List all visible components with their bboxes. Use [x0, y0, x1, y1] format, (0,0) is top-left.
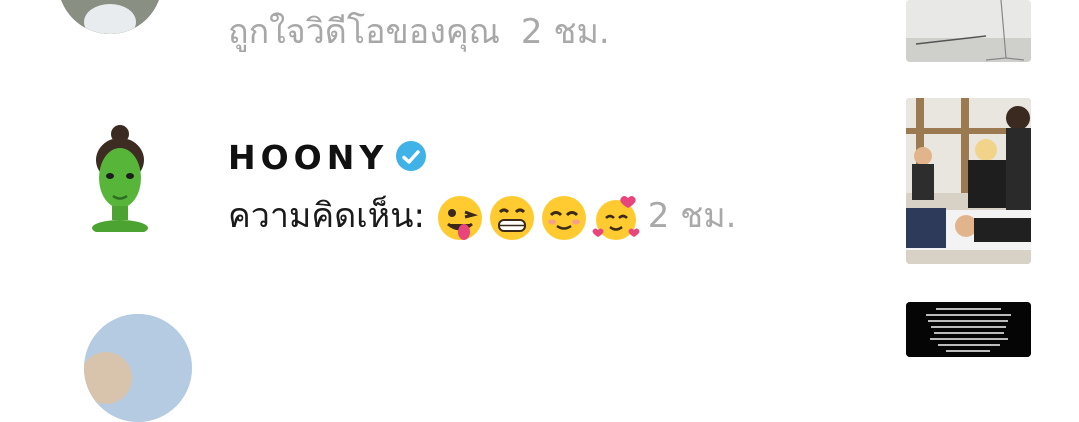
user-photo-icon — [58, 0, 162, 34]
comment-label: ความคิดเห็น: — [228, 196, 425, 236]
timestamp: 2 ชม. — [647, 196, 737, 236]
sky-photo-icon — [84, 314, 192, 422]
username[interactable]: HOONY — [228, 138, 388, 177]
dark-text-thumbnail — [906, 302, 1031, 357]
group-photo-thumbnail — [906, 98, 1031, 264]
notification-row-like[interactable]: ถูกใจวิดีโอของคุณ 2 ชม. — [0, 0, 1079, 70]
video-thumbnail[interactable] — [906, 302, 1031, 357]
studio-floor-thumbnail — [906, 0, 1031, 62]
smiling-hearts-emoji — [592, 194, 640, 242]
video-thumbnail[interactable] — [906, 0, 1031, 62]
grinning-emoji — [488, 194, 536, 242]
winking-tongue-emoji — [436, 194, 484, 242]
like-message: ถูกใจวิดีโอของคุณ — [228, 12, 501, 52]
video-thumbnail[interactable] — [906, 98, 1031, 264]
user-avatar[interactable] — [84, 314, 192, 422]
user-avatar[interactable] — [58, 0, 162, 34]
notification-row-next[interactable] — [0, 302, 1079, 422]
hoony-avatar[interactable] — [86, 122, 154, 232]
comment-text: ความคิดเห็น: 2 ชม. — [228, 188, 736, 242]
timestamp: 2 ชม. — [520, 12, 610, 52]
green-memoji-icon — [92, 125, 148, 232]
comment-header: HOONY — [228, 138, 427, 178]
notification-text: ถูกใจวิดีโอของคุณ 2 ชม. — [228, 4, 610, 58]
notification-row-comment[interactable]: HOONY ความคิดเห็น: 2 ชม. — [0, 98, 1079, 268]
verified-badge-icon — [396, 140, 427, 171]
smiling-eyes-emoji — [540, 194, 588, 242]
